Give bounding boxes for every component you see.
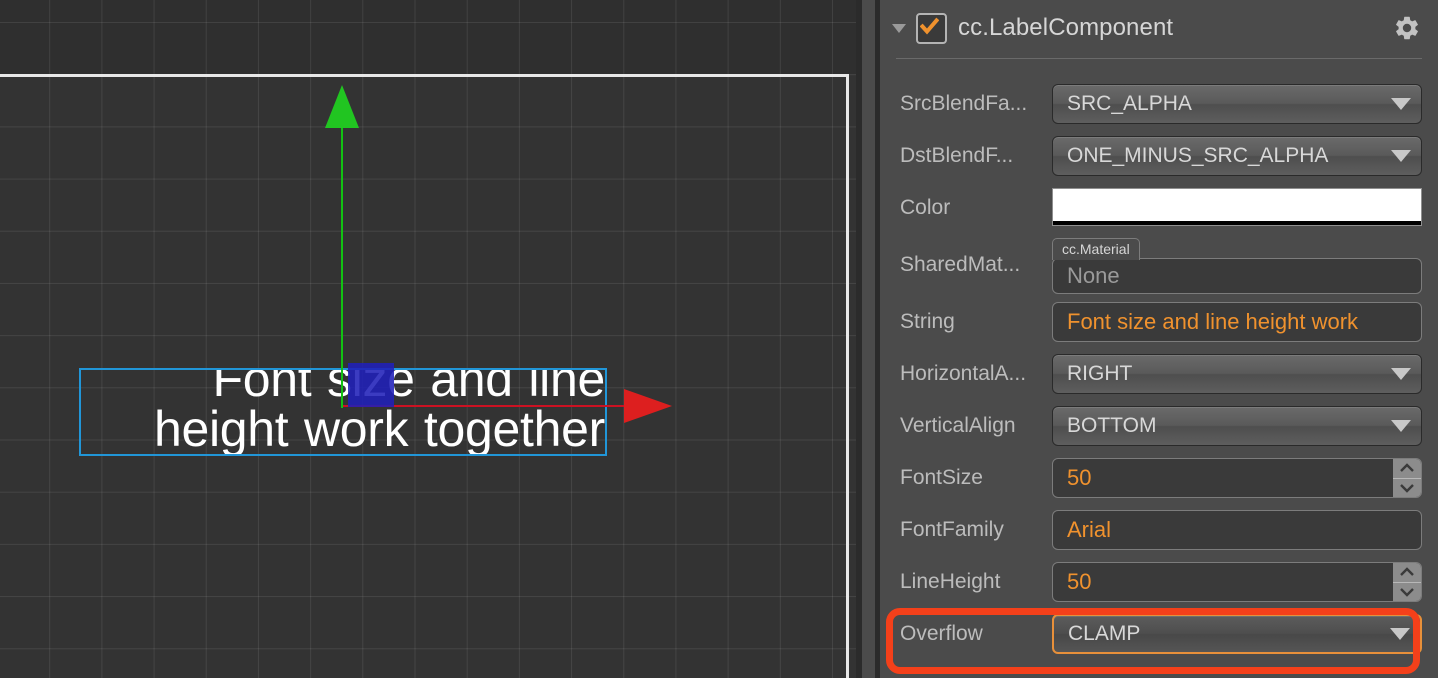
- dropdown-value: ONE_MINUS_SRC_ALPHA: [1067, 144, 1329, 167]
- property-row-srcblendfactor: SrcBlendFa... SRC_ALPHA: [880, 78, 1438, 130]
- dropdown-value: BOTTOM: [1067, 414, 1157, 437]
- property-label: LineHeight: [900, 570, 1001, 593]
- gizmo-y-axis-line: [341, 118, 343, 408]
- component-title: cc.LabelComponent: [958, 14, 1174, 41]
- dstblendfactor-dropdown[interactable]: ONE_MINUS_SRC_ALPHA: [1052, 136, 1422, 176]
- property-label: String: [900, 310, 955, 333]
- inspector-panel: cc.LabelComponent SrcBlendFa... SRC_ALPH…: [880, 0, 1438, 678]
- label-node-text[interactable]: Font size and line height work together: [79, 368, 607, 456]
- property-row-lineheight: LineHeight 50: [880, 556, 1438, 608]
- property-field: cc.Material None: [1052, 238, 1422, 294]
- property-label: FontFamily: [900, 518, 1004, 541]
- fontfamily-input[interactable]: Arial: [1052, 510, 1422, 550]
- fontsize-number-field[interactable]: 50: [1052, 458, 1422, 498]
- chevron-down-icon: [1390, 628, 1410, 640]
- srcblendfactor-dropdown[interactable]: SRC_ALPHA: [1052, 84, 1422, 124]
- scene-view[interactable]: Font size and line height work together: [0, 0, 856, 678]
- horizontalalign-dropdown[interactable]: RIGHT: [1052, 354, 1422, 394]
- property-row-fontfamily: FontFamily Arial: [880, 504, 1438, 556]
- dropdown-value: CLAMP: [1068, 622, 1141, 645]
- gizmo-center-handle[interactable]: [348, 363, 394, 407]
- lineheight-stepper[interactable]: [1393, 563, 1421, 601]
- component-enabled-checkbox[interactable]: [916, 12, 947, 44]
- gizmo-x-axis-arrow-icon[interactable]: [624, 389, 672, 423]
- chevron-down-icon: [1391, 150, 1411, 162]
- fontsize-value[interactable]: 50: [1053, 465, 1393, 491]
- property-field: Font size and line height work: [1052, 302, 1422, 342]
- stepper-up-icon[interactable]: [1393, 459, 1421, 478]
- overflow-dropdown[interactable]: CLAMP: [1052, 614, 1422, 654]
- property-field: 50: [1052, 562, 1422, 602]
- property-label: VerticalAlign: [900, 414, 1016, 437]
- stepper-down-icon[interactable]: [1393, 581, 1421, 602]
- dropdown-value: RIGHT: [1067, 362, 1133, 385]
- property-field: 50: [1052, 458, 1422, 498]
- property-row-horizontalalign: HorizontalA... RIGHT: [880, 348, 1438, 400]
- property-field: SRC_ALPHA: [1052, 84, 1422, 124]
- component-header: cc.LabelComponent: [880, 0, 1438, 56]
- check-icon: [920, 17, 939, 35]
- color-swatch[interactable]: [1052, 188, 1422, 226]
- lineheight-value[interactable]: 50: [1053, 569, 1393, 595]
- gizmo-y-axis-arrow-icon[interactable]: [325, 85, 359, 128]
- color-alpha-bar: [1053, 221, 1421, 225]
- property-row-verticalalign: VerticalAlign BOTTOM: [880, 400, 1438, 452]
- sharedmaterial-object-field[interactable]: cc.Material None: [1052, 238, 1422, 294]
- property-row-overflow: Overflow CLAMP: [880, 608, 1438, 660]
- chevron-down-icon: [1391, 368, 1411, 380]
- property-field: CLAMP: [1052, 614, 1422, 654]
- fontsize-stepper[interactable]: [1393, 459, 1421, 497]
- label-text-line-2: height work together: [153, 401, 605, 456]
- property-field: BOTTOM: [1052, 406, 1422, 446]
- property-label: SrcBlendFa...: [900, 92, 1028, 115]
- triangle-down-icon[interactable]: [892, 23, 906, 33]
- app-window: Font size and line height work together …: [0, 0, 1438, 678]
- asset-type-tab: cc.Material: [1052, 238, 1140, 260]
- verticalalign-dropdown[interactable]: BOTTOM: [1052, 406, 1422, 446]
- property-row-fontsize: FontSize 50: [880, 452, 1438, 504]
- property-row-dstblendfactor: DstBlendF... ONE_MINUS_SRC_ALPHA: [880, 130, 1438, 182]
- property-field: RIGHT: [1052, 354, 1422, 394]
- property-field: Arial: [1052, 510, 1422, 550]
- chevron-down-icon: [1391, 420, 1411, 432]
- property-label: DstBlendF...: [900, 144, 1014, 167]
- header-divider: [896, 58, 1422, 59]
- property-label: SharedMat...: [900, 253, 1021, 276]
- scene-grid: [0, 0, 856, 678]
- property-label: FontSize: [900, 466, 983, 489]
- asset-value[interactable]: None: [1052, 258, 1422, 294]
- gear-icon[interactable]: [1393, 14, 1421, 47]
- property-row-sharedmaterial: SharedMat... cc.Material None: [880, 234, 1438, 296]
- property-rows: SrcBlendFa... SRC_ALPHA DstBlendF... ONE…: [880, 78, 1438, 660]
- lineheight-number-field[interactable]: 50: [1052, 562, 1422, 602]
- stepper-up-icon[interactable]: [1393, 563, 1421, 582]
- chevron-down-icon: [1391, 98, 1411, 110]
- dropdown-value: SRC_ALPHA: [1067, 92, 1192, 115]
- property-field: [1052, 188, 1422, 228]
- property-row-color: Color: [880, 182, 1438, 234]
- property-field: ONE_MINUS_SRC_ALPHA: [1052, 136, 1422, 176]
- string-input[interactable]: Font size and line height work: [1052, 302, 1422, 342]
- property-label: HorizontalA...: [900, 362, 1027, 385]
- property-label: Overflow: [900, 622, 983, 645]
- stepper-down-icon[interactable]: [1393, 477, 1421, 498]
- property-row-string: String Font size and line height work: [880, 296, 1438, 348]
- inspector-scrollbar[interactable]: [862, 0, 875, 678]
- property-label: Color: [900, 196, 951, 219]
